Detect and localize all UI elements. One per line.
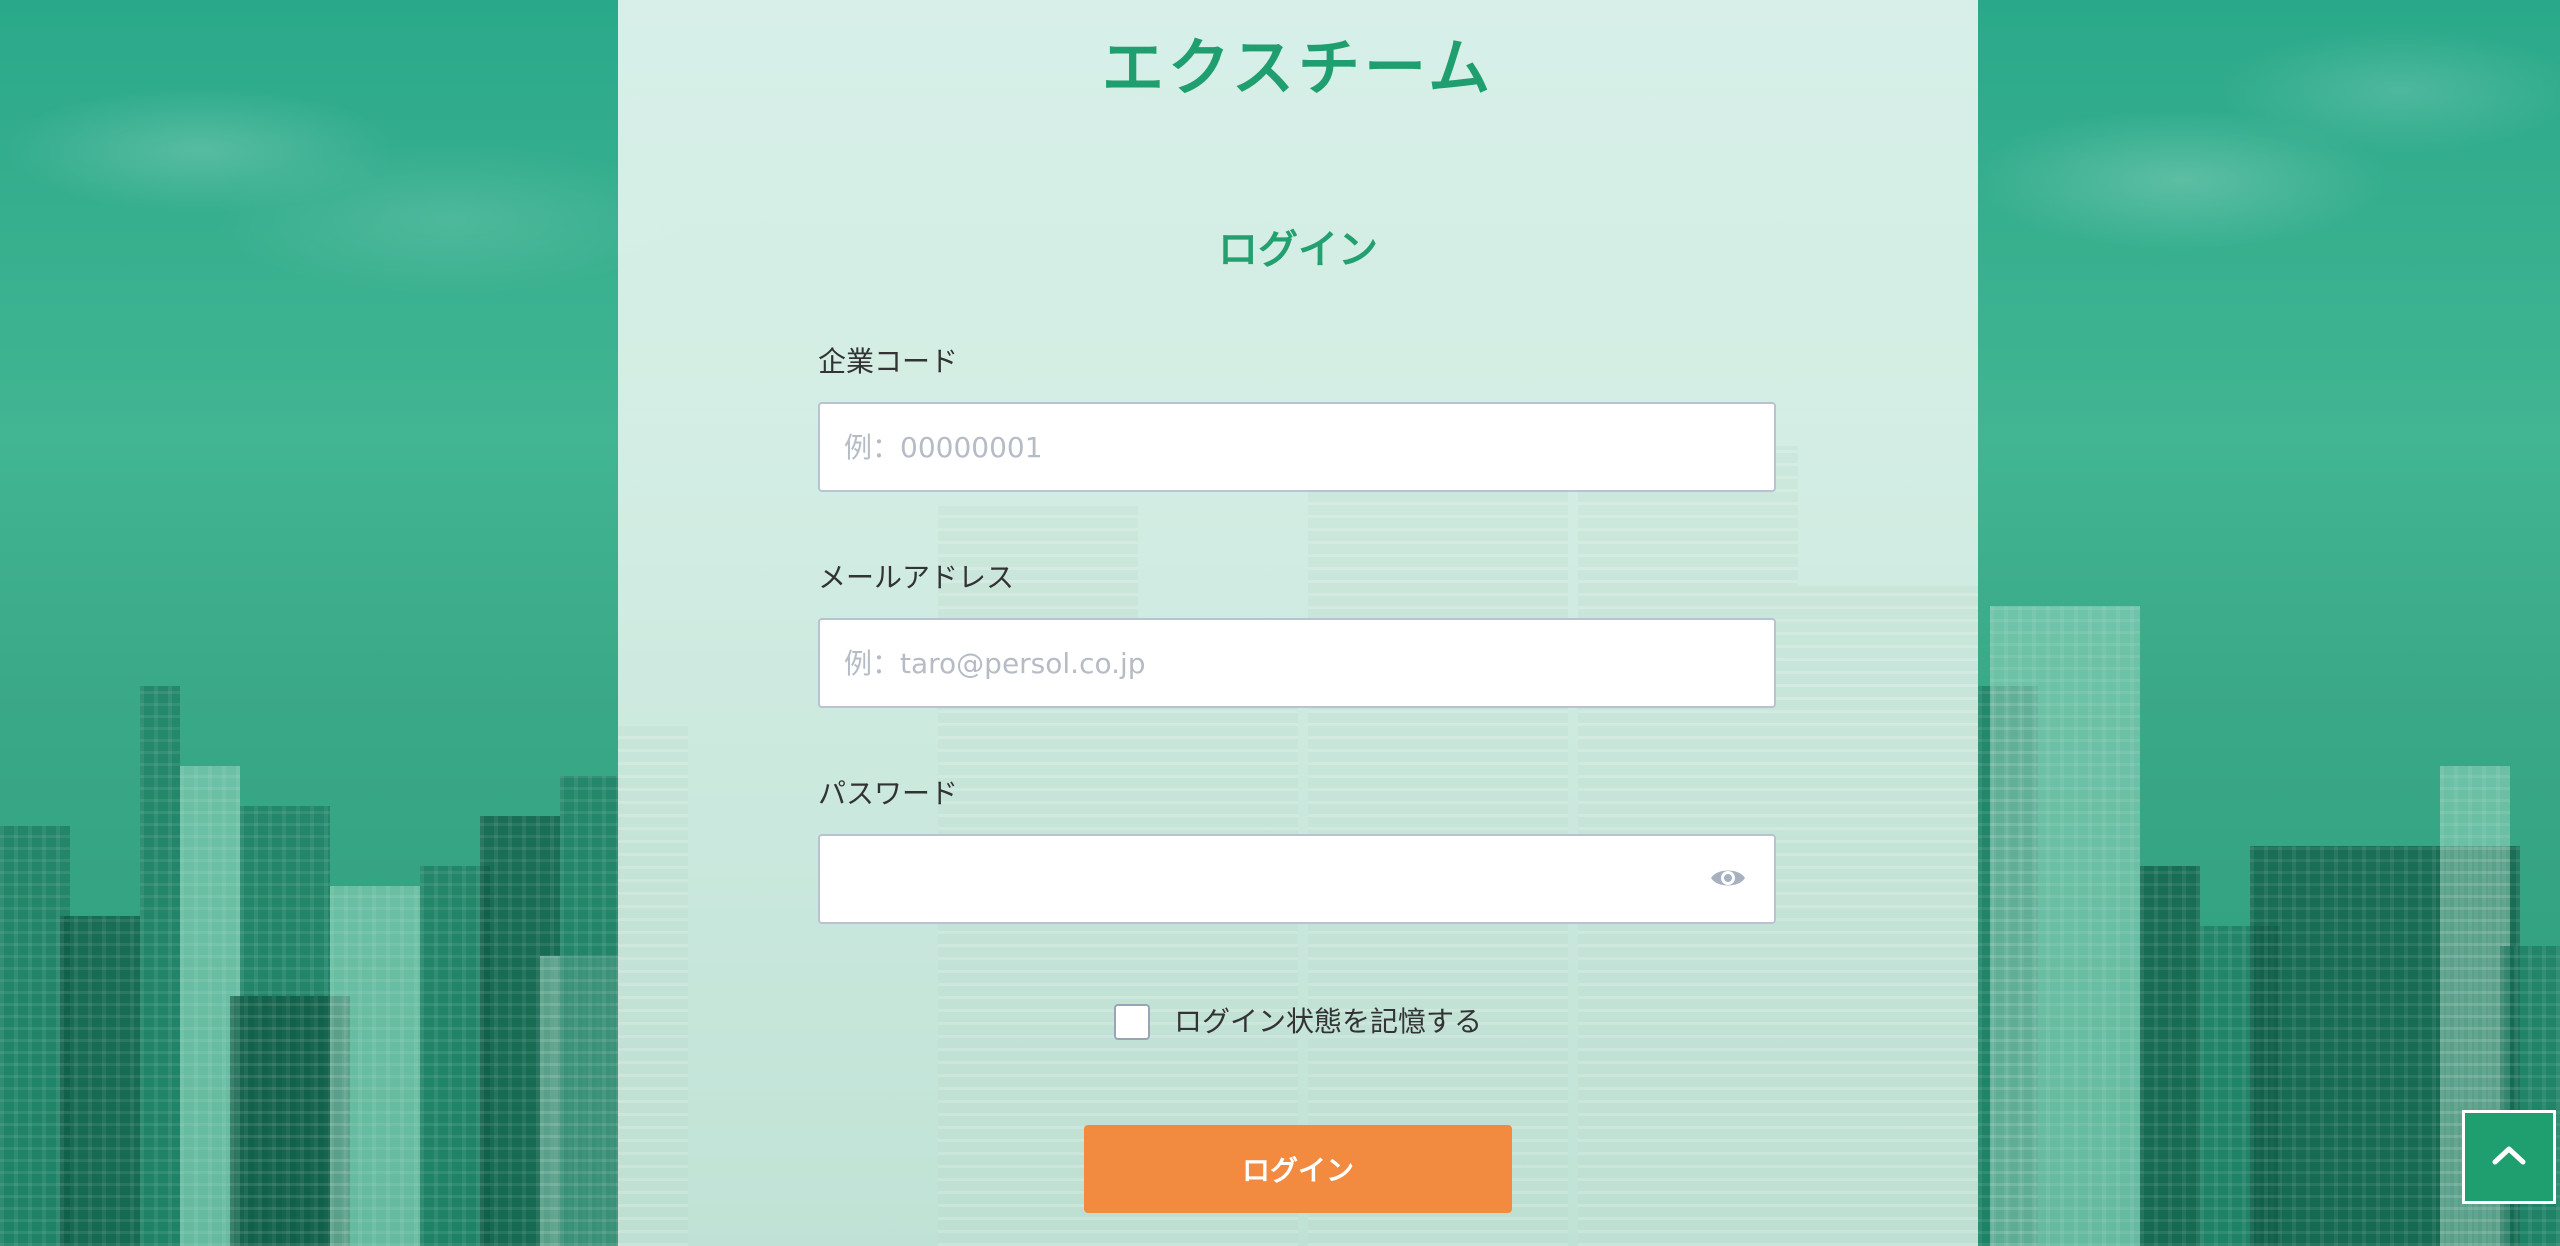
chevron-up-icon bbox=[2491, 1144, 2527, 1170]
eye-icon bbox=[1709, 865, 1747, 895]
company-code-label: 企業コード bbox=[818, 345, 959, 378]
email-label: メールアドレス bbox=[818, 561, 1015, 594]
email-input[interactable] bbox=[818, 618, 1776, 708]
page-title: ログイン bbox=[1218, 227, 1378, 273]
password-visibility-toggle[interactable] bbox=[1708, 864, 1748, 896]
remember-me-checkbox[interactable] bbox=[1113, 1004, 1150, 1040]
login-page: エクスチーム ログイン 企業コード メールアドレス パスワード ログイン状態を記… bbox=[0, 0, 2560, 1246]
company-code-input[interactable] bbox=[818, 402, 1776, 492]
remember-me-row: ログイン状態を記憶する bbox=[618, 1002, 1978, 1042]
scroll-to-top-button[interactable] bbox=[2462, 1110, 2556, 1204]
login-button[interactable]: ログイン bbox=[1084, 1125, 1512, 1213]
brand-logo: エクスチーム bbox=[1101, 31, 1495, 104]
password-input[interactable] bbox=[818, 834, 1776, 924]
password-label: パスワード bbox=[818, 777, 959, 810]
remember-me-label[interactable]: ログイン状態を記憶する bbox=[1174, 1002, 1482, 1042]
login-panel: エクスチーム ログイン 企業コード メールアドレス パスワード ログイン状態を記… bbox=[618, 0, 1978, 1246]
